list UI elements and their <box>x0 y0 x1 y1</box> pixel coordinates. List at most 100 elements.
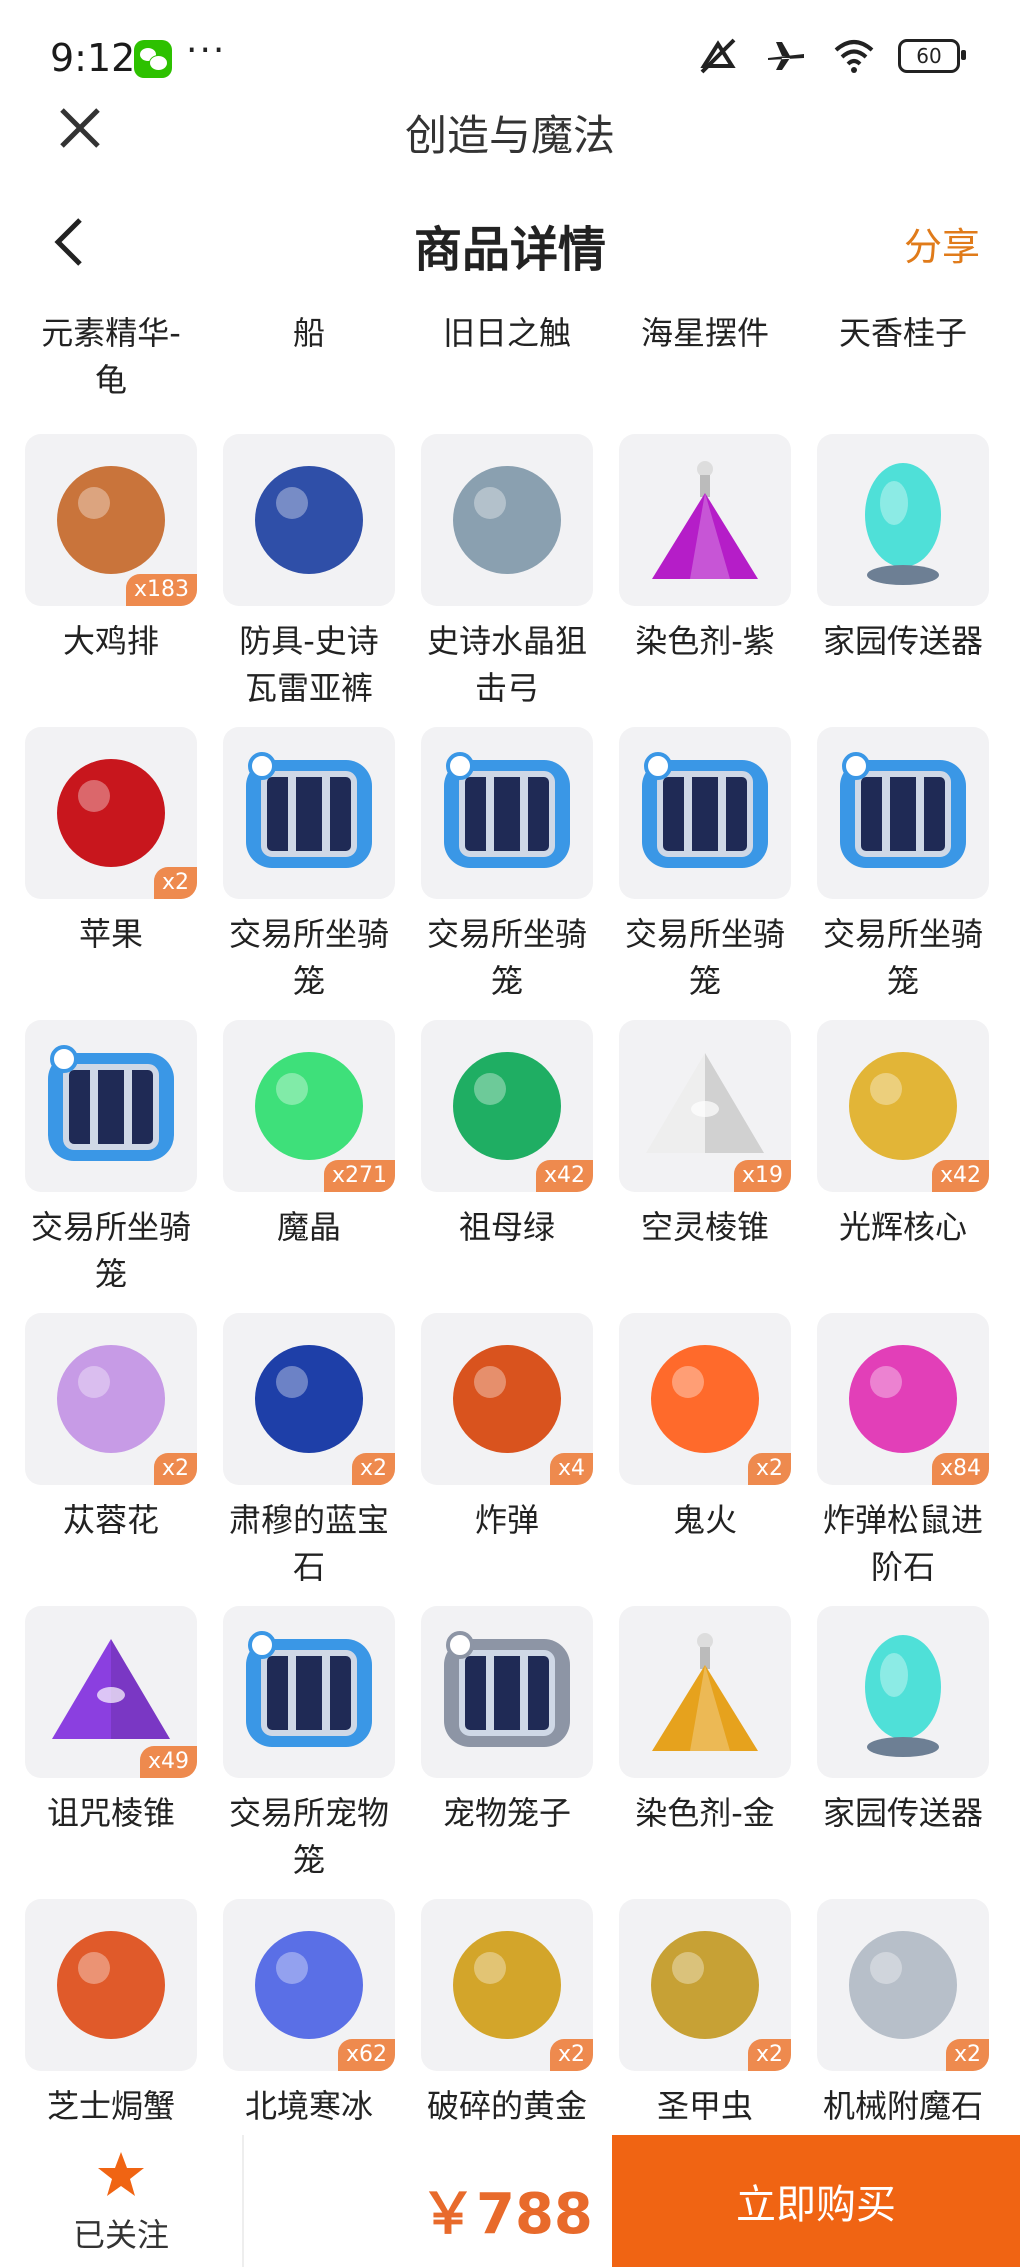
item-name: 防具-史诗 瓦雷亚裤 <box>239 622 379 707</box>
grid-item[interactable]: 船 <box>210 290 408 410</box>
follow-button[interactable]: 已关注 <box>0 2135 242 2267</box>
item-thumbnail: x2 <box>619 1899 791 2071</box>
item-thumbnail: x84 <box>817 1313 989 1485</box>
grid-item[interactable]: x2 鬼火 <box>606 1313 804 1593</box>
mount-cage-icon <box>234 738 384 892</box>
grid-item[interactable]: 元素精华- 龟 <box>12 290 210 410</box>
item-thumbnail <box>223 434 395 606</box>
grid-item[interactable]: 交易所坐骑 笼 <box>210 727 408 1007</box>
grid-item[interactable]: 交易所坐骑 笼 <box>606 727 804 1007</box>
grid-item[interactable]: x2 圣甲虫 <box>606 1899 804 2135</box>
purple-dye-icon <box>630 445 780 599</box>
page-navbar: 商品详情 分享 <box>0 200 1020 290</box>
grid-item[interactable]: x49 诅咒棱锥 <box>12 1606 210 1886</box>
grid-item[interactable]: x271 魔晶 <box>210 1020 408 1300</box>
item-name: 染色剂-金 <box>635 1794 775 1832</box>
item-thumbnail: x183 <box>25 434 197 606</box>
item-thumbnail <box>421 727 593 899</box>
crystal-bow-icon <box>432 445 582 599</box>
item-name: 史诗水晶狙 击弓 <box>426 622 587 707</box>
item-name: 破碎的黄金 圣甲 <box>426 2087 587 2135</box>
grid-item[interactable]: x62 北境寒冰 <box>210 1899 408 2135</box>
grid-item[interactable]: 交易所宠物 笼 <box>210 1606 408 1886</box>
star-icon <box>95 2149 147 2201</box>
item-name: 宠物笼子 <box>442 1794 571 1832</box>
grid-item[interactable]: 交易所坐骑 笼 <box>408 727 606 1007</box>
mount-cage-icon <box>432 738 582 892</box>
quantity-badge: x2 <box>153 1453 197 1485</box>
item-name: 苁蓉花 <box>62 1501 159 1539</box>
item-name: 北境寒冰 <box>244 2087 373 2125</box>
bottom-action-bar: 已关注 ￥788 立即购买 <box>0 2135 1020 2267</box>
armor-pants-icon <box>234 445 384 599</box>
mute-icon <box>694 36 742 76</box>
item-thumbnail: x2 <box>25 727 197 899</box>
buy-now-button[interactable]: 立即购买 <box>612 2135 1020 2267</box>
item-name: 交易所坐骑 笼 <box>822 915 983 1000</box>
grid-item[interactable]: x84 炸弹松鼠进 阶石 <box>804 1313 1002 1593</box>
item-thumbnail <box>817 1606 989 1778</box>
grid-item[interactable]: x4 炸弹 <box>408 1313 606 1593</box>
airplane-icon <box>762 36 810 76</box>
grid-item[interactable]: 史诗水晶狙 击弓 <box>408 434 606 714</box>
status-time: 9:12 <box>50 36 136 80</box>
grid-item[interactable]: 染色剂-紫 <box>606 434 804 714</box>
grid-item[interactable]: x2 破碎的黄金 圣甲 <box>408 1899 606 2135</box>
item-name: 旧日之触 <box>442 314 571 352</box>
quantity-badge: x2 <box>153 867 197 899</box>
item-name: 光辉核心 <box>838 1208 967 1246</box>
item-name: 染色剂-紫 <box>635 622 775 660</box>
quantity-badge: x42 <box>931 1160 989 1192</box>
grid-item[interactable]: 旧日之触 <box>408 290 606 410</box>
item-name: 圣甲虫 <box>656 2087 753 2125</box>
grid-item[interactable]: 家园传送器 <box>804 434 1002 714</box>
grid-item[interactable]: x42 光辉核心 <box>804 1020 1002 1300</box>
more-dots-icon: ··· <box>186 30 227 71</box>
item-name: 海星摆件 <box>640 314 769 352</box>
follow-label: 已关注 <box>72 2216 169 2254</box>
item-name: 大鸡排 <box>62 622 159 660</box>
share-button[interactable]: 分享 <box>904 216 980 271</box>
grid-item[interactable]: 芝士焗蟹 <box>12 1899 210 2135</box>
item-name: 炸弹 <box>474 1501 539 1539</box>
item-thumbnail <box>223 727 395 899</box>
grid-item[interactable]: x2 苁蓉花 <box>12 1313 210 1593</box>
item-thumbnail <box>223 1606 395 1778</box>
item-thumbnail <box>619 1606 791 1778</box>
grid-item[interactable]: x42 祖母绿 <box>408 1020 606 1300</box>
item-thumbnail <box>421 1606 593 1778</box>
mount-cage-icon <box>630 738 780 892</box>
item-name: 炸弹松鼠进 阶石 <box>822 1501 983 1586</box>
item-name: 诅咒棱锥 <box>46 1794 175 1832</box>
item-thumbnail: x62 <box>223 1899 395 2071</box>
grid-item[interactable]: x2 苹果 <box>12 727 210 1007</box>
grid-item[interactable]: 家园传送器 <box>804 1606 1002 1886</box>
item-name: 芝士焗蟹 <box>46 2087 175 2125</box>
item-thumbnail: x2 <box>223 1313 395 1485</box>
grid-item[interactable]: 交易所坐骑 笼 <box>12 1020 210 1300</box>
grid-item[interactable]: 天香桂子 <box>804 290 1002 410</box>
teleporter-icon <box>828 1617 978 1771</box>
item-thumbnail: x19 <box>619 1020 791 1192</box>
item-name: 交易所坐骑 笼 <box>30 1208 191 1293</box>
grid-item[interactable]: x2 机械附魔石 1 <box>804 1899 1002 2135</box>
item-thumbnail: x2 <box>25 1313 197 1485</box>
grid-item[interactable]: x19 空灵棱锥 <box>606 1020 804 1300</box>
item-name: 魔晶 <box>276 1208 341 1246</box>
mount-cage-icon <box>36 1031 186 1185</box>
item-thumbnail: x49 <box>25 1606 197 1778</box>
item-name: 交易所坐骑 笼 <box>426 915 587 1000</box>
grid-item[interactable]: 交易所坐骑 笼 <box>804 727 1002 1007</box>
item-name: 祖母绿 <box>458 1208 555 1246</box>
item-thumbnail: x271 <box>223 1020 395 1192</box>
grid-item[interactable]: 海星摆件 <box>606 290 804 410</box>
quantity-badge: x2 <box>945 2039 989 2071</box>
grid-item[interactable]: 防具-史诗 瓦雷亚裤 <box>210 434 408 714</box>
grid-item[interactable]: 染色剂-金 <box>606 1606 804 1886</box>
divider <box>242 2135 244 2267</box>
grid-item[interactable]: x2 肃穆的蓝宝 石 <box>210 1313 408 1593</box>
grid-item[interactable]: 宠物笼子 <box>408 1606 606 1886</box>
item-thumbnail <box>619 434 791 606</box>
grid-item[interactable]: x183 大鸡排 <box>12 434 210 714</box>
item-name: 元素精华- 龟 <box>41 314 181 399</box>
